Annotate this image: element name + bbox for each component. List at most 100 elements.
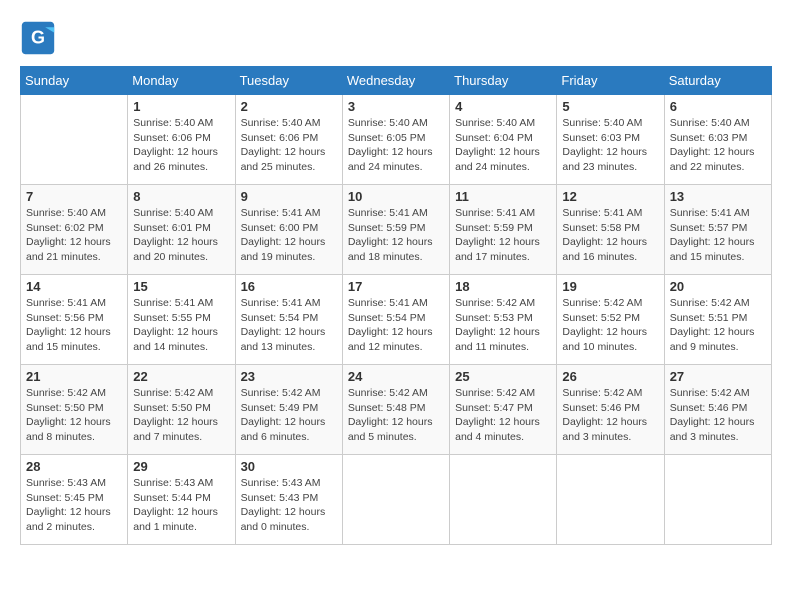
day-header-sunday: Sunday xyxy=(21,67,128,95)
day-number: 20 xyxy=(670,279,766,294)
day-number: 3 xyxy=(348,99,444,114)
calendar-cell: 9 Sunrise: 5:41 AM Sunset: 6:00 PM Daylig… xyxy=(235,185,342,275)
day-info: Sunrise: 5:41 AM Sunset: 5:55 PM Dayligh… xyxy=(133,296,229,355)
day-number: 4 xyxy=(455,99,551,114)
day-number: 12 xyxy=(562,189,658,204)
day-number: 30 xyxy=(241,459,337,474)
day-info: Sunrise: 5:42 AM Sunset: 5:51 PM Dayligh… xyxy=(670,296,766,355)
day-number: 19 xyxy=(562,279,658,294)
calendar-cell: 14 Sunrise: 5:41 AM Sunset: 5:56 PM Dayli… xyxy=(21,275,128,365)
day-number: 5 xyxy=(562,99,658,114)
day-header-wednesday: Wednesday xyxy=(342,67,449,95)
day-number: 2 xyxy=(241,99,337,114)
day-info: Sunrise: 5:43 AM Sunset: 5:43 PM Dayligh… xyxy=(241,476,337,535)
day-number: 26 xyxy=(562,369,658,384)
day-info: Sunrise: 5:40 AM Sunset: 6:03 PM Dayligh… xyxy=(670,116,766,175)
day-number: 9 xyxy=(241,189,337,204)
day-info: Sunrise: 5:42 AM Sunset: 5:50 PM Dayligh… xyxy=(26,386,122,445)
calendar-cell xyxy=(450,455,557,545)
day-number: 11 xyxy=(455,189,551,204)
day-info: Sunrise: 5:41 AM Sunset: 5:57 PM Dayligh… xyxy=(670,206,766,265)
day-info: Sunrise: 5:41 AM Sunset: 5:59 PM Dayligh… xyxy=(348,206,444,265)
day-number: 1 xyxy=(133,99,229,114)
day-info: Sunrise: 5:43 AM Sunset: 5:44 PM Dayligh… xyxy=(133,476,229,535)
day-number: 24 xyxy=(348,369,444,384)
calendar-week-row: 28 Sunrise: 5:43 AM Sunset: 5:45 PM Dayli… xyxy=(21,455,772,545)
calendar-cell xyxy=(21,95,128,185)
calendar-cell xyxy=(664,455,771,545)
calendar-week-row: 1 Sunrise: 5:40 AM Sunset: 6:06 PM Daylig… xyxy=(21,95,772,185)
day-info: Sunrise: 5:42 AM Sunset: 5:52 PM Dayligh… xyxy=(562,296,658,355)
calendar-cell: 7 Sunrise: 5:40 AM Sunset: 6:02 PM Daylig… xyxy=(21,185,128,275)
day-number: 16 xyxy=(241,279,337,294)
day-header-monday: Monday xyxy=(128,67,235,95)
day-info: Sunrise: 5:42 AM Sunset: 5:47 PM Dayligh… xyxy=(455,386,551,445)
calendar-week-row: 21 Sunrise: 5:42 AM Sunset: 5:50 PM Dayli… xyxy=(21,365,772,455)
day-info: Sunrise: 5:42 AM Sunset: 5:50 PM Dayligh… xyxy=(133,386,229,445)
calendar-body: 1 Sunrise: 5:40 AM Sunset: 6:06 PM Daylig… xyxy=(21,95,772,545)
day-number: 14 xyxy=(26,279,122,294)
calendar-cell: 26 Sunrise: 5:42 AM Sunset: 5:46 PM Dayli… xyxy=(557,365,664,455)
calendar-cell: 12 Sunrise: 5:41 AM Sunset: 5:58 PM Dayli… xyxy=(557,185,664,275)
day-number: 17 xyxy=(348,279,444,294)
calendar-week-row: 7 Sunrise: 5:40 AM Sunset: 6:02 PM Daylig… xyxy=(21,185,772,275)
day-number: 28 xyxy=(26,459,122,474)
calendar-table: SundayMondayTuesdayWednesdayThursdayFrid… xyxy=(20,66,772,545)
calendar-cell: 11 Sunrise: 5:41 AM Sunset: 5:59 PM Dayli… xyxy=(450,185,557,275)
calendar-cell: 20 Sunrise: 5:42 AM Sunset: 5:51 PM Dayli… xyxy=(664,275,771,365)
day-info: Sunrise: 5:43 AM Sunset: 5:45 PM Dayligh… xyxy=(26,476,122,535)
calendar-cell: 18 Sunrise: 5:42 AM Sunset: 5:53 PM Dayli… xyxy=(450,275,557,365)
day-number: 10 xyxy=(348,189,444,204)
calendar-cell: 27Sunrise: 5:42 AM Sunset: 5:46 PM Dayli… xyxy=(664,365,771,455)
day-info: Sunrise: 5:41 AM Sunset: 5:58 PM Dayligh… xyxy=(562,206,658,265)
day-number: 7 xyxy=(26,189,122,204)
calendar-header-row: SundayMondayTuesdayWednesdayThursdayFrid… xyxy=(21,67,772,95)
calendar-cell: 22 Sunrise: 5:42 AM Sunset: 5:50 PM Dayli… xyxy=(128,365,235,455)
day-info: Sunrise: 5:40 AM Sunset: 6:01 PM Dayligh… xyxy=(133,206,229,265)
day-info: Sunrise: 5:42 AM Sunset: 5:48 PM Dayligh… xyxy=(348,386,444,445)
day-info: Sunrise: 5:42 AM Sunset: 5:46 PM Dayligh… xyxy=(562,386,658,445)
day-number: 27 xyxy=(670,369,766,384)
day-info: Sunrise: 5:41 AM Sunset: 6:00 PM Dayligh… xyxy=(241,206,337,265)
day-info: Sunrise: 5:41 AM Sunset: 5:56 PM Dayligh… xyxy=(26,296,122,355)
day-number: 13 xyxy=(670,189,766,204)
calendar-week-row: 14 Sunrise: 5:41 AM Sunset: 5:56 PM Dayli… xyxy=(21,275,772,365)
day-number: 15 xyxy=(133,279,229,294)
calendar-cell: 29Sunrise: 5:43 AM Sunset: 5:44 PM Dayli… xyxy=(128,455,235,545)
day-info: Sunrise: 5:40 AM Sunset: 6:05 PM Dayligh… xyxy=(348,116,444,175)
day-info: Sunrise: 5:41 AM Sunset: 5:54 PM Dayligh… xyxy=(241,296,337,355)
calendar-cell: 6 Sunrise: 5:40 AM Sunset: 6:03 PM Daylig… xyxy=(664,95,771,185)
day-info: Sunrise: 5:42 AM Sunset: 5:53 PM Dayligh… xyxy=(455,296,551,355)
page-header: G xyxy=(20,20,772,56)
day-info: Sunrise: 5:40 AM Sunset: 6:02 PM Dayligh… xyxy=(26,206,122,265)
calendar-cell xyxy=(557,455,664,545)
calendar-cell xyxy=(342,455,449,545)
day-info: Sunrise: 5:41 AM Sunset: 5:54 PM Dayligh… xyxy=(348,296,444,355)
calendar-cell: 5Sunrise: 5:40 AM Sunset: 6:03 PM Daylig… xyxy=(557,95,664,185)
calendar-cell: 24 Sunrise: 5:42 AM Sunset: 5:48 PM Dayli… xyxy=(342,365,449,455)
day-number: 22 xyxy=(133,369,229,384)
day-number: 21 xyxy=(26,369,122,384)
calendar-cell: 15 Sunrise: 5:41 AM Sunset: 5:55 PM Dayli… xyxy=(128,275,235,365)
logo: G xyxy=(20,20,60,56)
calendar-cell: 4Sunrise: 5:40 AM Sunset: 6:04 PM Daylig… xyxy=(450,95,557,185)
day-header-tuesday: Tuesday xyxy=(235,67,342,95)
calendar-cell: 16 Sunrise: 5:41 AM Sunset: 5:54 PM Dayli… xyxy=(235,275,342,365)
calendar-cell: 25 Sunrise: 5:42 AM Sunset: 5:47 PM Dayli… xyxy=(450,365,557,455)
day-number: 8 xyxy=(133,189,229,204)
calendar-cell: 23Sunrise: 5:42 AM Sunset: 5:49 PM Dayli… xyxy=(235,365,342,455)
day-number: 23 xyxy=(241,369,337,384)
day-number: 25 xyxy=(455,369,551,384)
calendar-cell: 19 Sunrise: 5:42 AM Sunset: 5:52 PM Dayli… xyxy=(557,275,664,365)
day-header-thursday: Thursday xyxy=(450,67,557,95)
day-number: 18 xyxy=(455,279,551,294)
day-info: Sunrise: 5:41 AM Sunset: 5:59 PM Dayligh… xyxy=(455,206,551,265)
calendar-cell: 8 Sunrise: 5:40 AM Sunset: 6:01 PM Daylig… xyxy=(128,185,235,275)
calendar-cell: 10 Sunrise: 5:41 AM Sunset: 5:59 PM Dayli… xyxy=(342,185,449,275)
calendar-cell: 28 Sunrise: 5:43 AM Sunset: 5:45 PM Dayli… xyxy=(21,455,128,545)
day-info: Sunrise: 5:40 AM Sunset: 6:06 PM Dayligh… xyxy=(133,116,229,175)
calendar-cell: 17 Sunrise: 5:41 AM Sunset: 5:54 PM Dayli… xyxy=(342,275,449,365)
calendar-cell: 13 Sunrise: 5:41 AM Sunset: 5:57 PM Dayli… xyxy=(664,185,771,275)
calendar-cell: 1 Sunrise: 5:40 AM Sunset: 6:06 PM Daylig… xyxy=(128,95,235,185)
day-number: 6 xyxy=(670,99,766,114)
